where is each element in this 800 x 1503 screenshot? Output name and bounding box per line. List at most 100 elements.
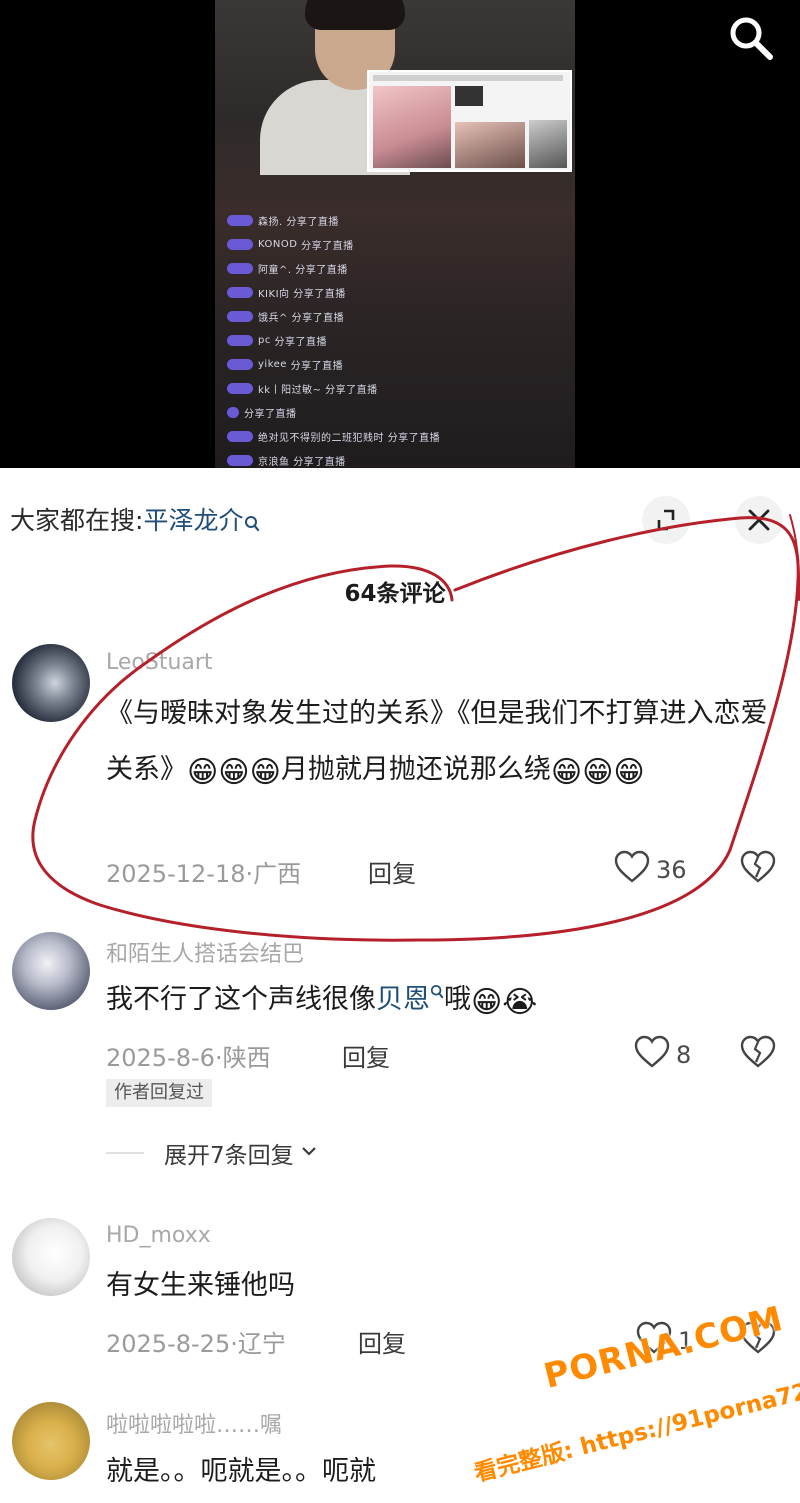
like-count: 8 [676, 1041, 692, 1069]
level-badge [227, 406, 239, 418]
comment-username[interactable]: LeoStuart [106, 650, 213, 675]
reply-button[interactable]: 回复 [358, 1324, 406, 1359]
share-user: pc [258, 334, 271, 346]
trending-search[interactable]: 大家都在搜:平泽龙介 [10, 503, 260, 543]
share-action: 分享了直播 [286, 216, 339, 228]
share-user: 京浪鱼 [258, 456, 290, 468]
share-activity-feed: 森扬. 分享了直播 KONOD 分享了直播 阿童^. 分享了直播 KIKI向 分… [227, 208, 440, 468]
share-row: 分享了直播 [227, 400, 440, 424]
shared-screen-preview [367, 70, 572, 172]
comment-date-location: 2025-8-25·辽宁 [106, 1330, 286, 1358]
expand-button[interactable] [642, 496, 690, 544]
expand-replies-label: 展开7条回复 [164, 1143, 294, 1169]
grin-emoji: 😁 [249, 755, 281, 790]
broken-heart-icon [740, 850, 776, 888]
heart-icon [636, 1321, 678, 1361]
share-row: 绝对见不得别的二班犯贱时 分享了直播 [227, 424, 440, 448]
level-badge [227, 334, 253, 346]
level-badge [227, 262, 253, 274]
share-row: 阿童^. 分享了直播 [227, 256, 440, 280]
comment-username[interactable]: HD_moxx [106, 1223, 211, 1248]
comment-text: 《与暧昧对象发生过的关系》《但是我们不打算进入恋爱关系》😁😁😁月抛就月抛还说那么… [106, 686, 776, 798]
share-action: 分享了直播 [301, 240, 354, 252]
avatar[interactable] [12, 644, 90, 722]
heart-icon [614, 850, 656, 890]
search-icon [244, 507, 260, 543]
comment-text-part: 我不行了这个声线很像 [106, 984, 376, 1015]
share-user: kk丨阳过敏~ [258, 384, 322, 396]
share-user: 森扬. [258, 216, 283, 228]
comment-text: 我不行了这个声线很像贝恩 哦😁😭 [106, 972, 776, 1028]
comment-username[interactable]: 啦啦啦啦啦……嘱 [106, 1407, 282, 1439]
comment-text-part: 月抛就月抛还说那么绕 [280, 754, 551, 785]
share-action: 分享了直播 [291, 312, 345, 324]
divider [106, 1152, 144, 1154]
share-row: KIKI向 分享了直播 [227, 280, 440, 304]
share-row: 饿兵^ 分享了直播 [227, 304, 440, 328]
trending-search-term[interactable]: 平泽龙介 [143, 506, 243, 535]
avatar[interactable] [12, 1218, 90, 1296]
search-icon [430, 984, 444, 1015]
comment-text-part: 哦 [444, 984, 471, 1015]
level-badge [227, 238, 253, 250]
reply-button[interactable]: 回复 [342, 1038, 390, 1073]
grin-emoji: 😁 [582, 755, 614, 790]
dislike-button[interactable] [740, 850, 776, 888]
author-replied-badge: 作者回复过 [106, 1079, 212, 1107]
comment-text: 有女生来锤他吗 [106, 1270, 295, 1301]
share-action: 分享了直播 [290, 360, 344, 372]
search-icon[interactable] [725, 12, 777, 64]
share-row: KONOD 分享了直播 [227, 232, 440, 256]
reply-button[interactable]: 回复 [368, 854, 416, 889]
share-row: pc 分享了直播 [227, 328, 440, 352]
share-action: 分享了直播 [293, 288, 346, 300]
avatar[interactable] [12, 1402, 90, 1480]
comment-username[interactable]: 和陌生人搭话会结巴 [106, 936, 304, 968]
like-button[interactable]: 8 [634, 1035, 691, 1075]
comment-date-location: 2025-8-6·陕西 [106, 1044, 271, 1072]
share-user: 饿兵^ [258, 312, 288, 324]
share-row: kk丨阳过敏~ 分享了直播 [227, 376, 440, 400]
like-button[interactable]: 1 [636, 1321, 693, 1361]
close-button[interactable] [735, 496, 783, 544]
linked-search-term[interactable]: 贝恩 [376, 984, 430, 1015]
level-badge [227, 382, 253, 394]
share-action: 分享了直播 [387, 432, 441, 444]
grin-emoji: 😁 [218, 755, 250, 790]
dislike-button[interactable] [740, 1321, 776, 1359]
like-count: 1 [678, 1327, 694, 1355]
level-badge [227, 358, 253, 370]
expand-replies-button[interactable]: 展开7条回复 [106, 1136, 320, 1170]
comment-text: 就是。。呃就是。。呃就 [106, 1456, 376, 1487]
cry-emoji: 😭 [502, 985, 538, 1020]
share-row: 森扬. 分享了直播 [227, 208, 440, 232]
share-action: 分享了直播 [293, 456, 346, 468]
heart-icon [634, 1035, 676, 1075]
level-badge [227, 286, 253, 298]
share-action: 分享了直播 [325, 384, 378, 396]
share-row: yikee 分享了直播 [227, 352, 440, 376]
like-count: 36 [656, 856, 687, 884]
level-badge [227, 310, 253, 322]
like-button[interactable]: 36 [614, 850, 687, 890]
grin-emoji: 😁 [187, 755, 219, 790]
chevron-down-icon [294, 1140, 320, 1166]
trending-search-prefix: 大家都在搜: [10, 506, 144, 535]
broken-heart-icon [740, 1035, 776, 1073]
broken-heart-icon [740, 1321, 776, 1359]
live-stream-frame: 森扬. 分享了直播 KONOD 分享了直播 阿童^. 分享了直播 KIKI向 分… [215, 0, 575, 468]
dislike-button[interactable] [740, 1035, 776, 1073]
close-icon [735, 509, 783, 548]
avatar[interactable] [12, 932, 90, 1010]
share-user: 阿童^. [258, 264, 292, 276]
level-badge [227, 454, 253, 466]
grin-emoji: 😁 [550, 755, 583, 790]
share-user: KONOD [258, 238, 298, 250]
share-user: 绝对见不得别的二班犯贱时 [258, 432, 384, 444]
grin-emoji: 😁 [613, 755, 645, 790]
share-user: KIKI向 [258, 288, 290, 300]
level-badge [227, 430, 253, 442]
share-user: yikee [258, 358, 287, 370]
live-video[interactable]: 森扬. 分享了直播 KONOD 分享了直播 阿童^. 分享了直播 KIKI向 分… [0, 0, 800, 468]
share-action: 分享了直播 [295, 264, 348, 276]
